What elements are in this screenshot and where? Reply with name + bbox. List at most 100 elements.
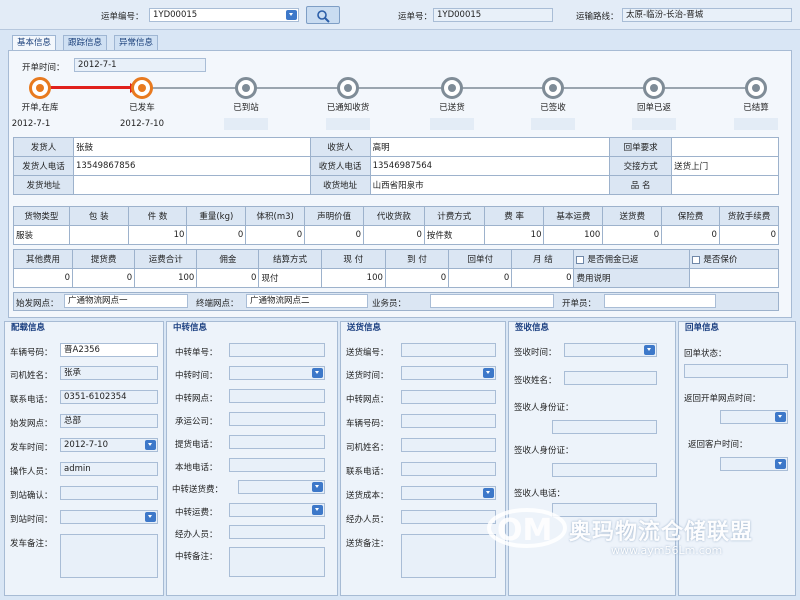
chevron-down-icon[interactable] xyxy=(312,505,323,515)
receipt-return-customer-select[interactable] xyxy=(720,457,788,471)
goods-value[interactable]: 0 xyxy=(363,225,425,245)
transfer-station-field[interactable] xyxy=(229,389,325,403)
chevron-down-icon[interactable] xyxy=(312,482,323,492)
sign-id-field[interactable] xyxy=(552,420,657,434)
transfer-no-field[interactable] xyxy=(229,343,325,357)
chevron-down-icon[interactable] xyxy=(483,368,494,378)
waybill-no2-field[interactable]: 1YD00015 xyxy=(433,8,553,22)
receipt-return-origin-select[interactable] xyxy=(720,410,788,424)
transfer-time-select[interactable] xyxy=(229,366,325,380)
tab-exception-info[interactable]: 异常信息 xyxy=(114,35,159,50)
waybill-no-select[interactable]: 1YD00015 xyxy=(149,8,299,22)
progress-step-label: 已结算 xyxy=(743,103,769,113)
chevron-down-icon[interactable] xyxy=(145,512,156,522)
receipt-req-field[interactable] xyxy=(671,137,779,157)
receipt-status-field[interactable] xyxy=(684,364,788,378)
dispatch-operator-field[interactable]: admin xyxy=(60,462,158,476)
fee-value[interactable]: 0 xyxy=(13,268,73,288)
delivery-phone-field[interactable] xyxy=(401,462,496,476)
handover-field[interactable]: 送货上门 xyxy=(671,156,779,176)
goods-value[interactable]: 服装 xyxy=(13,225,70,245)
goods-value[interactable]: 0 xyxy=(245,225,306,245)
delivery-time-select[interactable] xyxy=(401,366,496,380)
goods-value[interactable]: 0 xyxy=(718,225,780,245)
sign-time-select[interactable] xyxy=(564,343,657,357)
delivery-no-field[interactable] xyxy=(401,343,496,357)
transfer-label: 中转网点： xyxy=(175,394,218,404)
insured-checkbox[interactable]: 是否保价 xyxy=(689,249,779,269)
checkbox-icon[interactable] xyxy=(692,255,701,264)
route-field[interactable]: 太原-临汾-长治-晋城 xyxy=(622,8,792,22)
dispatch-arrival-confirm-field[interactable] xyxy=(60,486,158,500)
goods-value[interactable]: 0 xyxy=(602,225,663,245)
fee-table: 其他费用 提货费 运费合计 佣金 结算方式 现 付 到 付 回单付 月 结 是否… xyxy=(13,249,779,288)
fee-value[interactable]: 0 xyxy=(384,268,450,288)
shipper-addr-field[interactable] xyxy=(72,175,311,195)
consignee-phone-field[interactable]: 13546987564 xyxy=(369,156,611,176)
shipper-phone-field[interactable]: 13549867856 xyxy=(72,156,311,176)
fee-header: 到 付 xyxy=(384,249,450,269)
transfer-pickup-phone-field[interactable] xyxy=(229,435,325,449)
sign-id2-field[interactable] xyxy=(552,463,657,477)
dispatch-vehicle-field[interactable]: 晋A2356 xyxy=(60,343,158,357)
open-time-field[interactable]: 2012-7-1 xyxy=(74,58,206,72)
delivery-driver-field[interactable] xyxy=(401,438,496,452)
transfer-freight-select[interactable] xyxy=(229,503,325,517)
checkbox-icon[interactable] xyxy=(576,255,585,264)
dispatch-driver-field[interactable]: 张承 xyxy=(60,366,158,380)
chevron-down-icon[interactable] xyxy=(145,440,156,450)
dispatch-depart-time-select[interactable]: 2012-7-10 xyxy=(60,438,158,452)
chevron-down-icon[interactable] xyxy=(286,10,297,20)
goods-value[interactable]: 0 xyxy=(661,225,720,245)
consignee-addr-field[interactable]: 山西省阳泉市 xyxy=(369,175,611,195)
fee-value[interactable]: 现付 xyxy=(258,268,322,288)
fee-value[interactable]: 100 xyxy=(320,268,386,288)
delivery-cost-select[interactable] xyxy=(401,486,496,500)
delivery-handler-field[interactable] xyxy=(401,510,496,524)
origin-field[interactable]: 广通物流网点一 xyxy=(64,294,188,308)
dispatch-phone-field[interactable]: 0351-6102354 xyxy=(60,390,158,404)
fee-value[interactable]: 100 xyxy=(134,268,198,288)
commission-returned-checkbox[interactable]: 是否佣金已返 xyxy=(573,249,691,269)
dispatch-origin-field[interactable]: 总部 xyxy=(60,414,158,428)
transfer-handler-field[interactable] xyxy=(229,525,325,539)
salesman-field[interactable] xyxy=(430,294,554,308)
consignee-field[interactable]: 高明 xyxy=(369,137,611,157)
goods-value[interactable]: 0 xyxy=(304,225,365,245)
delivery-station-field[interactable] xyxy=(401,390,496,404)
goods-value[interactable]: 100 xyxy=(543,225,604,245)
delivery-remark-field[interactable] xyxy=(401,534,496,578)
transfer-carrier-field[interactable] xyxy=(229,412,325,426)
fee-value[interactable]: 0 xyxy=(511,268,575,288)
transfer-local-phone-field[interactable] xyxy=(229,458,325,472)
fee-value[interactable]: 0 xyxy=(71,268,136,288)
goods-value[interactable] xyxy=(68,225,129,245)
chevron-down-icon[interactable] xyxy=(483,488,494,498)
chevron-down-icon[interactable] xyxy=(775,459,786,469)
chevron-down-icon[interactable] xyxy=(312,368,323,378)
delivery-vehicle-field[interactable] xyxy=(401,414,496,428)
transfer-remark-field[interactable] xyxy=(229,547,325,577)
search-button[interactable] xyxy=(306,6,340,24)
shipper-field[interactable]: 张鼓 xyxy=(72,137,311,157)
goods-value[interactable]: 0 xyxy=(186,225,247,245)
fee-value[interactable]: 0 xyxy=(448,268,513,288)
chevron-down-icon[interactable] xyxy=(775,412,786,422)
transfer-delivery-fee-select[interactable] xyxy=(238,480,325,494)
goods-value[interactable]: 10 xyxy=(127,225,188,245)
step-pending-icon xyxy=(745,77,767,99)
fee-note-field[interactable] xyxy=(689,268,779,288)
dest-field[interactable]: 广通物流网点二 xyxy=(246,294,368,308)
delivery-label: 中转网点： xyxy=(346,395,389,405)
dispatch-arrival-time-select[interactable] xyxy=(60,510,158,524)
goods-value[interactable]: 按件数 xyxy=(423,225,485,245)
goods-value[interactable]: 10 xyxy=(483,225,545,245)
tab-basic-info[interactable]: 基本信息 xyxy=(12,35,57,50)
sign-name-field[interactable] xyxy=(564,371,657,385)
dispatch-remark-field[interactable] xyxy=(60,534,158,578)
opener-field[interactable] xyxy=(604,294,716,308)
goods-name-field[interactable] xyxy=(671,175,779,195)
chevron-down-icon[interactable] xyxy=(644,345,655,355)
tab-tracking-info[interactable]: 跟踪信息 xyxy=(63,35,108,50)
fee-value[interactable]: 0 xyxy=(196,268,260,288)
